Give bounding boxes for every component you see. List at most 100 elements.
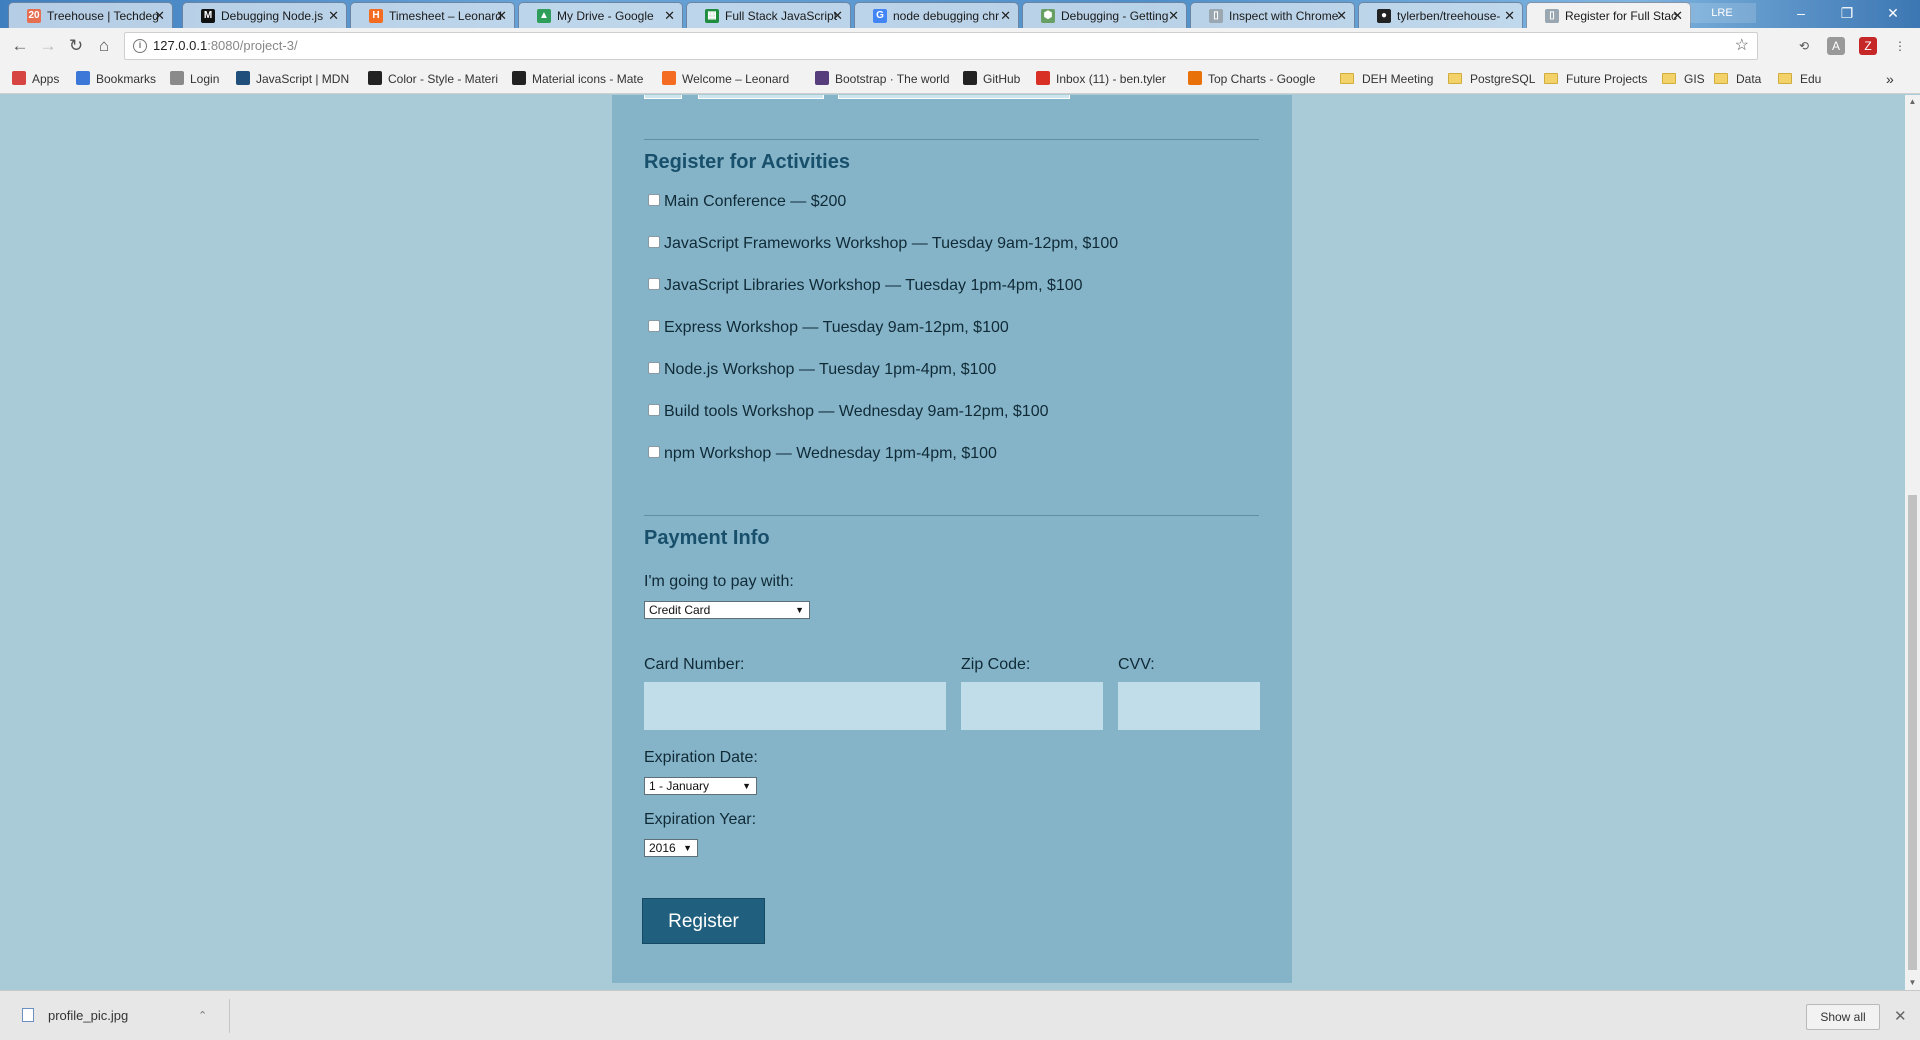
bookmark-folder[interactable]: Edu <box>1778 64 1821 94</box>
activity-checkbox[interactable] <box>648 194 660 206</box>
tab[interactable]: ● tylerben/treehouse- ✕ <box>1358 2 1523 28</box>
download-item[interactable]: profile_pic.jpg ⌃ <box>18 999 228 1033</box>
extension-red-icon[interactable]: Z <box>1859 37 1877 55</box>
tab[interactable]: ▯ Register for Full Stac ✕ <box>1526 2 1691 28</box>
activity-checkbox[interactable] <box>648 278 660 290</box>
minimize-button[interactable]: – <box>1778 0 1824 26</box>
tab[interactable]: H Timesheet – Leonard ✕ <box>350 2 515 28</box>
gmail-icon <box>1036 71 1050 85</box>
partial-input[interactable] <box>698 95 824 99</box>
tab-close-icon[interactable]: ✕ <box>1000 3 1011 28</box>
tab-close-icon[interactable]: ✕ <box>1672 3 1683 28</box>
bookmark-label: Data <box>1736 72 1762 86</box>
bookmark-item[interactable]: Top Charts - Google <box>1188 64 1315 94</box>
back-arrow-icon[interactable]: ← <box>10 36 30 56</box>
bookmark-star-icon[interactable]: ☆ <box>1735 33 1749 59</box>
tab-close-icon[interactable]: ✕ <box>664 3 675 28</box>
mdn-icon <box>236 71 250 85</box>
address-bar[interactable]: i 127.0.0.1:8080/project-3/ ☆ <box>124 32 1758 60</box>
extension-puzzle-icon[interactable]: ⟲ <box>1795 37 1813 55</box>
activity-checkbox[interactable] <box>648 404 660 416</box>
bookmark-item[interactable]: GitHub <box>963 64 1020 94</box>
tab[interactable]: ▦ Full Stack JavaScript ✕ <box>686 2 851 28</box>
bookmark-folder[interactable]: Data <box>1714 64 1761 94</box>
bookmark-item[interactable]: Material icons - Mate <box>512 64 643 94</box>
bookmark-item[interactable]: Bookmarks <box>76 64 156 94</box>
tab[interactable]: ▲ My Drive - Google ✕ <box>518 2 683 28</box>
menu-kebab-icon[interactable]: ⋮ <box>1891 37 1909 55</box>
forward-arrow-icon[interactable]: → <box>38 36 58 56</box>
medium-icon: M <box>201 9 215 23</box>
bookmark-item[interactable]: JavaScript | MDN <box>236 64 349 94</box>
bookmark-label: GIS <box>1684 72 1705 86</box>
page-icon: ▯ <box>1209 9 1223 23</box>
expiration-month-select[interactable]: 1 - January ▼ <box>644 777 757 795</box>
nodejs-icon: ⬢ <box>1041 9 1055 23</box>
google-play-icon <box>1188 71 1202 85</box>
bookmark-label: PostgreSQL <box>1470 72 1536 86</box>
url-text[interactable]: 127.0.0.1:8080/project-3/ <box>153 33 298 59</box>
bookmark-item[interactable]: Apps <box>12 64 59 94</box>
tab-close-icon[interactable]: ✕ <box>328 3 339 28</box>
scrollbar-thumb[interactable] <box>1908 495 1917 970</box>
harvest-icon <box>662 71 676 85</box>
bookmark-item[interactable]: Color - Style - Materi <box>368 64 498 94</box>
activities-title: Register for Activities <box>644 151 850 173</box>
bookmark-item[interactable]: Welcome – Leonard <box>662 64 789 94</box>
tab-close-icon[interactable]: ✕ <box>832 3 843 28</box>
tab[interactable]: 20 Treehouse | Techdeg ✕ <box>8 2 173 28</box>
tab-close-icon[interactable]: ✕ <box>1504 3 1515 28</box>
page-info-icon[interactable]: i <box>133 39 147 53</box>
close-icon[interactable]: ✕ <box>1894 1004 1907 1030</box>
home-icon[interactable]: ⌂ <box>94 36 114 56</box>
scroll-down-arrow-icon[interactable]: ▼ <box>1905 976 1920 990</box>
reload-icon[interactable]: ↻ <box>66 36 86 56</box>
zip-code-input[interactable] <box>961 682 1103 730</box>
browser-toolbar: ← → ↻ ⌂ i 127.0.0.1:8080/project-3/ ☆ ⟲ … <box>0 28 1920 64</box>
tab-title: Debugging - Getting <box>1061 9 1169 23</box>
tab-close-icon[interactable]: ✕ <box>1168 3 1179 28</box>
folder-icon <box>1340 73 1354 84</box>
bookmarks-overflow-button[interactable]: » <box>1886 64 1894 94</box>
show-all-button[interactable]: Show all <box>1806 1004 1880 1030</box>
chevron-up-icon[interactable]: ⌃ <box>198 999 207 1033</box>
payment-method-select[interactable]: Credit Card ▼ <box>644 601 810 619</box>
card-number-input[interactable] <box>644 682 946 730</box>
profile-button[interactable]: LRE <box>1688 3 1756 23</box>
github-icon <box>963 71 977 85</box>
activity-checkbox[interactable] <box>648 362 660 374</box>
scroll-up-arrow-icon[interactable]: ▲ <box>1905 95 1920 109</box>
tab-title: Debugging Node.js <box>221 9 324 23</box>
bookmark-item[interactable]: Login <box>170 64 219 94</box>
tab[interactable]: ⬢ Debugging - Getting ✕ <box>1022 2 1187 28</box>
expiration-year-select[interactable]: 2016 ▼ <box>644 839 698 857</box>
restore-button[interactable]: ❐ <box>1824 0 1870 26</box>
close-window-button[interactable]: ✕ <box>1870 0 1916 26</box>
bookmark-item[interactable]: Inbox (11) - ben.tyler <box>1036 64 1166 94</box>
tab[interactable]: M Debugging Node.js ✕ <box>182 2 347 28</box>
bookmark-item[interactable]: Bootstrap · The world <box>815 64 950 94</box>
tab[interactable]: ▯ Inspect with Chrome ✕ <box>1190 2 1355 28</box>
bookmark-folder[interactable]: DEH Meeting <box>1340 64 1433 94</box>
cvv-input[interactable] <box>1118 682 1260 730</box>
page-scrollbar[interactable]: ▲ ▼ <box>1905 95 1920 990</box>
activity-checkbox[interactable] <box>648 236 660 248</box>
register-button[interactable]: Register <box>642 898 765 944</box>
partial-input[interactable] <box>644 95 682 99</box>
tab[interactable]: Gnode debugging chr ✕ <box>854 2 1019 28</box>
tab-close-icon[interactable]: ✕ <box>496 3 507 28</box>
tab-title: Treehouse | Techdeg <box>47 9 159 23</box>
extension-gray-icon[interactable]: A <box>1827 37 1845 55</box>
tab-close-icon[interactable]: ✕ <box>154 3 165 28</box>
tab-close-icon[interactable]: ✕ <box>1336 3 1347 28</box>
bookmark-label: Apps <box>32 72 60 86</box>
bookmark-label: Material icons - Mate <box>532 72 644 86</box>
bookmark-folder[interactable]: GIS <box>1662 64 1705 94</box>
bookmark-folder[interactable]: Future Projects <box>1544 64 1647 94</box>
activity-checkbox[interactable] <box>648 320 660 332</box>
bookmark-folder[interactable]: PostgreSQL <box>1448 64 1535 94</box>
activity-checkbox[interactable] <box>648 446 660 458</box>
activity-label: Express Workshop — Tuesday 9am-12pm, $10… <box>664 319 1009 336</box>
activity-label: Node.js Workshop — Tuesday 1pm-4pm, $100 <box>664 361 997 378</box>
partial-input[interactable] <box>838 95 1070 99</box>
